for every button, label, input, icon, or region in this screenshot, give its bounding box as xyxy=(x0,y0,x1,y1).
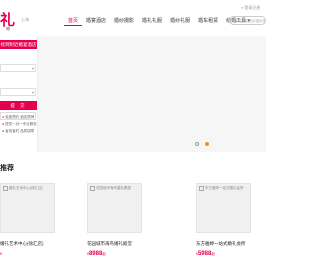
booking-tip: ●提供一对一专业服务 xyxy=(2,122,37,126)
search-input[interactable]: 搜索婚宴酒店/婚纱摄影 xyxy=(229,16,266,25)
venue-image[interactable]: 花园城市海鸟婚礼殿堂 xyxy=(87,183,142,233)
booking-panel-title: 找到附近婚宴酒店 xyxy=(0,40,37,49)
section-title: 推荐 xyxy=(0,165,14,172)
logo-subtitle: 婚 xyxy=(6,26,10,31)
broken-image-icon xyxy=(3,186,8,191)
venue-price: ¥5988起 xyxy=(196,251,215,257)
venue-card[interactable]: 花园城市海鸟婚礼殿堂 花园城市海鸟婚礼殿堂 ¥8988起 xyxy=(87,183,142,264)
main-nav: 首页 婚宴酒店 婚纱摄影 婚礼礼服 婚纱礼服 婚车租赁 结婚工具 ▾ xyxy=(64,17,254,26)
hero-carousel[interactable] xyxy=(0,36,266,152)
venue-name[interactable]: 婚礼艺术中心(徐汇店) xyxy=(0,241,44,247)
venue-card[interactable]: 婚礼艺术中心(徐汇店) 婚礼艺术中心(徐汇店) ¥ xyxy=(0,183,55,264)
image-alt-text: 花园城市海鸟婚礼殿堂 xyxy=(90,186,131,191)
broken-image-icon xyxy=(90,186,95,191)
venue-name[interactable]: 花园城市海鸟婚礼殿堂 xyxy=(87,241,132,247)
broken-image-icon xyxy=(199,186,204,191)
bullet-icon: ● xyxy=(2,122,5,126)
carousel-dot-2[interactable] xyxy=(205,142,209,146)
nav-item-dresses[interactable]: 婚纱礼服 xyxy=(166,17,194,26)
venue-price: ¥ xyxy=(0,252,2,256)
nav-item-wedding-photo[interactable]: 婚纱摄影 xyxy=(110,17,138,26)
image-alt-text: 婚礼艺术中心(徐汇店) xyxy=(3,186,43,191)
image-alt-text: 东方雅婷一站式婚礼会所 xyxy=(199,186,244,191)
booking-tip: ●省钱省时 品质保障 xyxy=(2,129,35,133)
venue-card[interactable]: 东方雅婷一站式婚礼会所 东方雅婷一站式婚礼会所 ¥5988起 xyxy=(196,183,251,264)
venue-price: ¥8988起 xyxy=(87,251,106,257)
chevron-down-icon: ▾ xyxy=(31,90,34,95)
bullet-icon: ● xyxy=(2,129,5,133)
site-header: 礼 婚 上海 首页 婚宴酒店 婚纱摄影 婚礼礼服 婚纱礼服 婚车租赁 结婚工具 … xyxy=(0,0,266,36)
booking-tip: ●免费预约 酒店顾问 xyxy=(2,115,35,119)
nav-item-home[interactable]: 首页 xyxy=(64,17,83,26)
carousel-dot-1[interactable] xyxy=(195,142,199,146)
chevron-down-icon: ▾ xyxy=(31,66,34,71)
booking-tips: ●免费预约 酒店顾问 ●提供一对一专业服务 ●省钱省时 品质保障 xyxy=(2,114,37,135)
venue-name[interactable]: 东方雅婷一站式婚礼会所 xyxy=(196,241,246,247)
city-selector[interactable]: 上海 xyxy=(21,17,29,23)
venue-image[interactable]: 婚礼艺术中心(徐汇店) xyxy=(0,183,55,233)
booking-field-1[interactable]: ▾ xyxy=(0,64,36,72)
submit-button[interactable]: 提 交 xyxy=(0,101,37,110)
nav-item-car-rental[interactable]: 婚车租赁 xyxy=(194,17,222,26)
nav-item-banquet-hotels[interactable]: 婚宴酒店 xyxy=(82,17,110,26)
bullet-icon: ● xyxy=(2,115,5,119)
booking-field-2[interactable]: ▾ xyxy=(0,88,36,96)
carousel-indicators xyxy=(195,142,209,146)
login-link[interactable]: ●登录注册 xyxy=(241,5,260,11)
venue-image[interactable]: 东方雅婷一站式婚礼会所 xyxy=(196,183,251,233)
nav-item-wedding-ceremony[interactable]: 婚礼礼服 xyxy=(138,17,166,26)
login-label: 登录注册 xyxy=(244,5,261,10)
